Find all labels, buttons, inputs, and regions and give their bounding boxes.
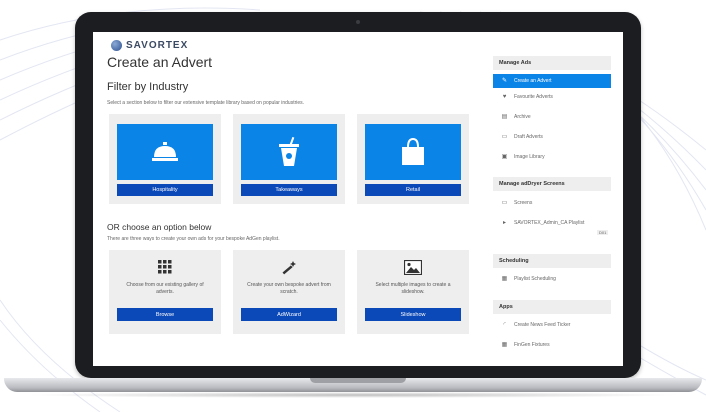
industry-card-retail[interactable]: Retail bbox=[357, 114, 469, 204]
archive-icon: ▤ bbox=[501, 113, 508, 120]
scheduling-heading: Scheduling bbox=[493, 254, 611, 268]
hospitality-tile[interactable] bbox=[117, 124, 213, 180]
sidebar-item-news-ticker[interactable]: ◜ Create News Feed Ticker bbox=[493, 318, 611, 332]
sidebar-item-image-library[interactable]: ▣ Image Library bbox=[493, 150, 611, 164]
caret-right-icon: ▸ bbox=[502, 219, 506, 226]
app-screen: SAVORTEX Create an Advert Filter by Indu… bbox=[93, 32, 623, 366]
grid-icon bbox=[158, 260, 172, 274]
sidebar-item-label: SAVORTEX_Admin_CA Playlist bbox=[514, 220, 585, 226]
brand-name: SAVORTEX bbox=[126, 40, 189, 51]
sidebar-item-label: Screens bbox=[514, 200, 533, 206]
draft-icon: ▭ bbox=[501, 133, 508, 140]
option-card-browse: Choose from our existing gallery of adve… bbox=[109, 250, 221, 334]
sidebar-item-label: Playlist Scheduling bbox=[514, 276, 556, 282]
sidebar-item-label: Image Library bbox=[514, 154, 545, 160]
manage-ads-heading: Manage Ads bbox=[493, 56, 611, 70]
magic-wand-icon bbox=[282, 261, 296, 275]
heart-icon: ♥ bbox=[502, 93, 507, 100]
laptop-shadow bbox=[24, 392, 682, 398]
apps-heading: Apps bbox=[493, 300, 611, 314]
options-title: OR choose an option below bbox=[107, 222, 212, 232]
shopping-bag-icon bbox=[402, 137, 424, 165]
sidebar-item-label: Draft Adverts bbox=[514, 134, 543, 140]
sidebar-item-label: Archive bbox=[514, 114, 531, 120]
sidebar-item-playlist[interactable]: ▸ SAVORTEX_Admin_CA Playlist bbox=[493, 216, 611, 230]
retail-tile[interactable] bbox=[365, 124, 461, 180]
sidebar-item-archive[interactable]: ▤ Archive bbox=[493, 110, 611, 124]
takeaways-button[interactable]: Takeaways bbox=[241, 184, 337, 196]
takeaway-cup-icon bbox=[279, 137, 299, 166]
sidebar-item-screens[interactable]: ▭ Screens bbox=[493, 196, 611, 210]
retail-button[interactable]: Retail bbox=[365, 184, 461, 196]
globe-logo-icon bbox=[111, 40, 122, 51]
browse-description: Choose from our existing gallery of adve… bbox=[126, 282, 204, 295]
slideshow-button[interactable]: Slideshow bbox=[365, 308, 461, 321]
manage-screens-heading: Manage adDryer Screens bbox=[493, 177, 611, 191]
brand-logo[interactable]: SAVORTEX bbox=[111, 40, 188, 51]
browse-button[interactable]: Browse bbox=[117, 308, 213, 321]
adwizard-description: Create your own bespoke advert from scra… bbox=[247, 282, 331, 295]
image-icon bbox=[404, 260, 422, 275]
sidebar-item-fingen-fixtures[interactable]: ▦ FinGen Fixtures bbox=[493, 338, 611, 352]
pencil-icon: ✎ bbox=[501, 77, 508, 84]
industry-card-hospitality[interactable]: Hospitality bbox=[109, 114, 221, 204]
hospitality-button[interactable]: Hospitality bbox=[117, 184, 213, 196]
webcam bbox=[356, 20, 360, 24]
sidebar-item-label: Create an Advert bbox=[514, 78, 552, 84]
image-library-icon: ▣ bbox=[501, 153, 508, 160]
laptop-notch bbox=[310, 378, 406, 383]
sidebar-item-create-advert[interactable]: ✎ Create an Advert bbox=[493, 74, 611, 88]
filter-description: Select a section below to filter our ext… bbox=[107, 100, 305, 106]
filter-title: Filter by Industry bbox=[107, 81, 189, 93]
calendar-icon: ▦ bbox=[501, 341, 508, 348]
sidebar-item-label: Create News Feed Ticker bbox=[514, 322, 571, 328]
option-card-adwizard: Create your own bespoke advert from scra… bbox=[233, 250, 345, 334]
calendar-icon: ▦ bbox=[501, 275, 508, 282]
sidebar-item-favourite-adverts[interactable]: ♥ Favourite Adverts bbox=[493, 90, 611, 104]
sidebar-item-label: Favourite Adverts bbox=[514, 94, 553, 100]
industry-card-takeaways[interactable]: Takeaways bbox=[233, 114, 345, 204]
monitor-icon: ▭ bbox=[501, 199, 508, 206]
service-bell-icon bbox=[152, 142, 178, 161]
playlist-sub-badge: D01 bbox=[597, 230, 609, 235]
takeaways-tile[interactable] bbox=[241, 124, 337, 180]
rss-icon: ◜ bbox=[503, 321, 506, 328]
slideshow-description: Select multiple images to create a slide… bbox=[375, 282, 451, 295]
adwizard-button[interactable]: AdWizard bbox=[241, 308, 337, 321]
sidebar-item-label: FinGen Fixtures bbox=[514, 342, 550, 348]
sidebar-item-draft-adverts[interactable]: ▭ Draft Adverts bbox=[493, 130, 611, 144]
options-description: There are three ways to create your own … bbox=[107, 236, 280, 242]
page-title: Create an Advert bbox=[107, 54, 213, 70]
option-card-slideshow: Select multiple images to create a slide… bbox=[357, 250, 469, 334]
sidebar-item-playlist-scheduling[interactable]: ▦ Playlist Scheduling bbox=[493, 272, 611, 286]
